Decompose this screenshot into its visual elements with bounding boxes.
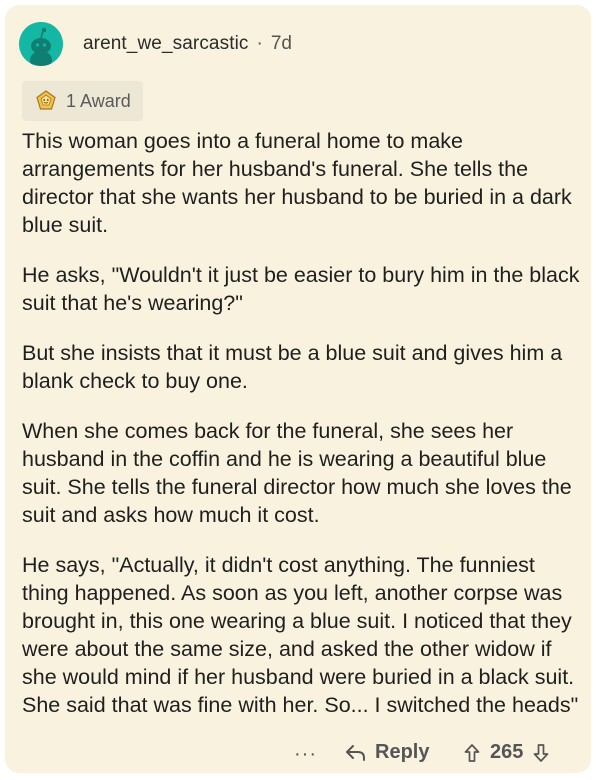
comment-paragraph: This woman goes into a funeral home to m… xyxy=(22,129,572,237)
more-options-button[interactable]: ··· xyxy=(294,743,317,766)
award-label: 1 Award xyxy=(66,90,131,111)
downvote-arrow-icon[interactable] xyxy=(533,743,549,763)
snoo-avatar-icon xyxy=(19,22,63,66)
comment-paragraph: He says, "Actually, it didn't cost anyth… xyxy=(22,553,579,717)
comment-paragraph: But she insists that it must be a blue s… xyxy=(22,341,563,393)
comment-card: arent_we_sarcastic · 7d 1 Award This wom… xyxy=(5,5,591,773)
award-badge[interactable]: 1 Award xyxy=(22,81,143,121)
reply-button[interactable]: Reply xyxy=(345,741,429,764)
comment-paragraph: He asks, "Wouldn't it just be easier to … xyxy=(22,263,580,315)
award-icon xyxy=(36,90,56,110)
comment-body: This woman goes into a funeral home to m… xyxy=(22,127,584,741)
comment-header: arent_we_sarcastic · 7d xyxy=(19,21,292,67)
vote-controls: 265 xyxy=(464,741,549,764)
comment-paragraph: When she comes back for the funeral, she… xyxy=(22,419,572,527)
reply-icon xyxy=(346,744,365,761)
comment-actions: ··· Reply 265 xyxy=(5,741,591,771)
username-link[interactable]: arent_we_sarcastic xyxy=(83,33,249,55)
avatar[interactable] xyxy=(19,22,63,66)
upvote-arrow-icon[interactable] xyxy=(464,743,480,763)
reply-label: Reply xyxy=(375,741,430,763)
vote-score: 265 xyxy=(490,741,524,763)
comment-age: 7d xyxy=(270,33,292,54)
separator-dot: · xyxy=(256,33,263,54)
